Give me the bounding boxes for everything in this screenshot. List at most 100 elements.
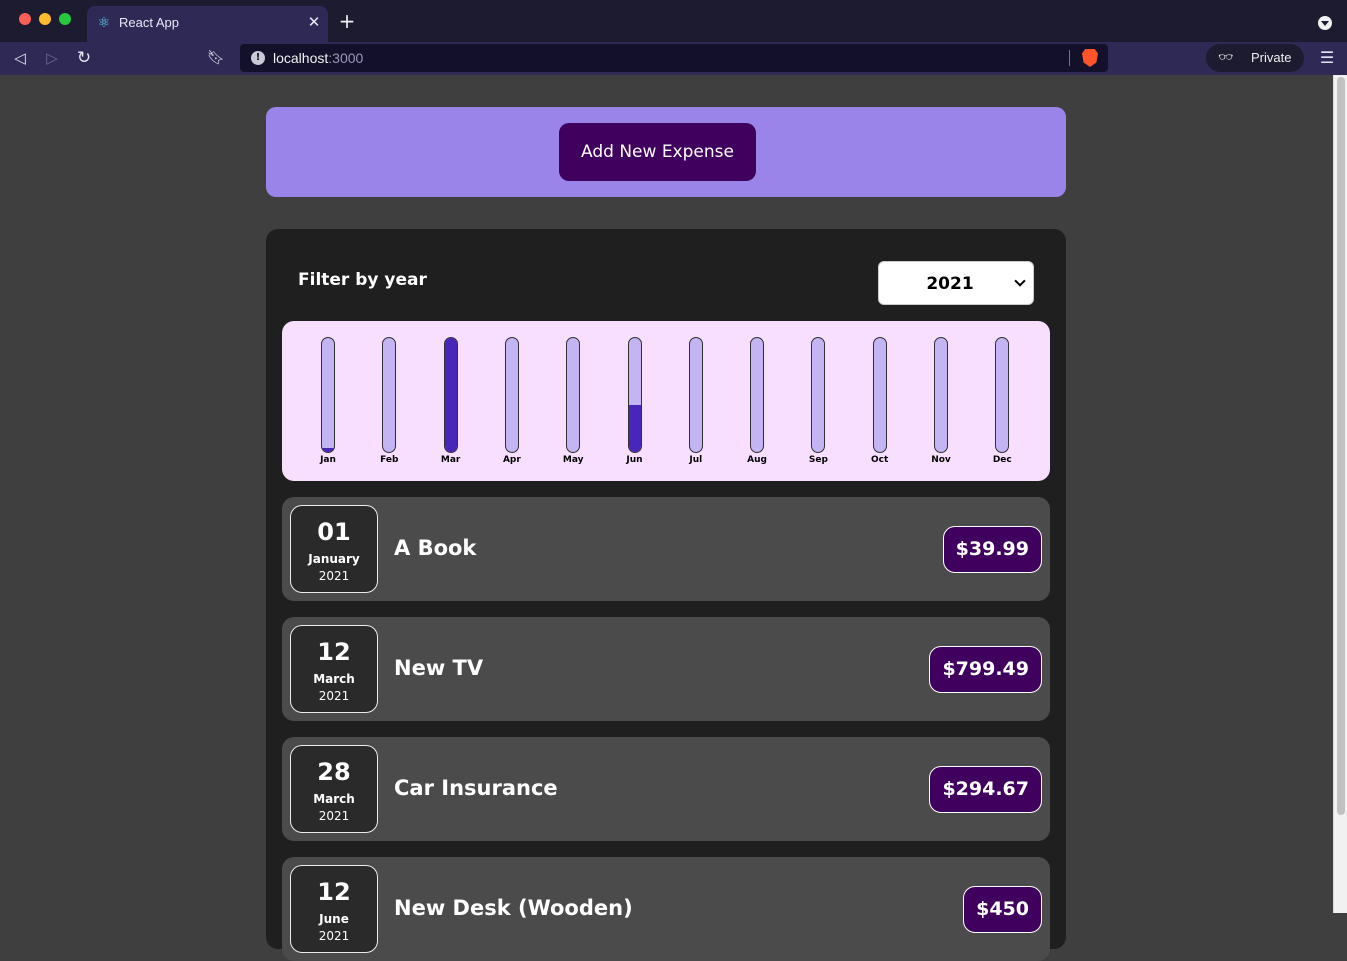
expense-date-year: 2021: [318, 809, 350, 823]
chart-bar-label: Apr: [502, 455, 521, 465]
expense-date: 28 March 2021: [290, 745, 378, 833]
expense-item: 28 March 2021 Car Insurance $294.67: [282, 737, 1050, 841]
site-info-icon[interactable]: !: [251, 51, 265, 65]
page-scrollbar[interactable]: [1333, 75, 1347, 913]
chart-bar-track: [566, 337, 581, 453]
scrollbar-thumb[interactable]: [1337, 77, 1345, 815]
window-minimize-button[interactable]: [39, 13, 51, 25]
chart-bar-track: [321, 337, 335, 453]
filter-label: Filter by year: [298, 270, 427, 290]
tab-title: React App: [119, 15, 179, 30]
chart-bar-fill: [444, 338, 457, 452]
chart-bar-track: [750, 337, 765, 453]
react-logo-icon: ⚛: [97, 15, 111, 31]
url-host: localhost: [273, 50, 329, 66]
expenses-card: Filter by year 2021 Jan Feb Mar Apr May Jun Ju…: [266, 229, 1066, 961]
expense-price: $799.49: [929, 646, 1042, 693]
brave-shields-icon[interactable]: [1082, 49, 1098, 67]
chart-bar-label: Jan: [320, 455, 336, 465]
chart-bar-label: Jun: [626, 455, 643, 465]
chart-bar-label: May: [562, 455, 584, 465]
url-text: localhost:3000: [273, 50, 363, 66]
browser-toolbar: ◁ ▷ ↻ 🔖︎ ! localhost:3000 👓︎ Private ☰: [0, 42, 1347, 75]
chart-bar-apr: Apr: [503, 337, 521, 465]
chart-bar-oct: Oct: [871, 337, 888, 465]
hamburger-menu-icon[interactable]: ☰: [1319, 48, 1335, 68]
year-select[interactable]: 2021: [878, 261, 1034, 305]
expense-title: New TV: [394, 656, 484, 680]
chart-bar-nov: Nov: [931, 337, 951, 465]
chart-bar-track: [872, 337, 887, 453]
expense-title: Car Insurance: [394, 776, 558, 800]
expense-price: $294.67: [929, 766, 1042, 813]
expense-date-day: 12: [317, 878, 351, 906]
tab-list-dropdown-icon[interactable]: [1318, 16, 1332, 30]
browser-tab-bar: ⚛ React App ✕ +: [0, 0, 1347, 42]
chart-bar-track: [688, 337, 703, 453]
expense-date-day: 01: [317, 518, 351, 546]
expense-date-month: March: [313, 792, 355, 806]
expense-item: 12 June 2021 New Desk (Wooden) $450: [282, 857, 1050, 961]
expense-date-year: 2021: [318, 929, 350, 943]
tab-close-icon[interactable]: ✕: [306, 14, 322, 30]
expense-date: 12 June 2021: [290, 865, 378, 953]
chart-bar-aug: Aug: [747, 337, 767, 465]
add-new-expense-button[interactable]: Add New Expense: [559, 123, 756, 181]
chart-bar-label: Oct: [871, 455, 889, 465]
chart-bar-track: [443, 337, 458, 453]
expense-item: 01 January 2021 A Book $39.99: [282, 497, 1050, 601]
chart-bar-may: May: [563, 337, 584, 465]
expense-date-day: 28: [317, 758, 351, 786]
chart-bar-jul: Jul: [688, 337, 703, 465]
chart-bar-label: Jul: [689, 455, 703, 465]
browser-tab[interactable]: ⚛ React App ✕: [87, 6, 328, 42]
window-zoom-button[interactable]: [59, 13, 71, 25]
back-icon[interactable]: ◁: [9, 47, 31, 69]
reload-icon[interactable]: ↻: [73, 47, 95, 69]
selected-year: 2021: [926, 274, 974, 294]
expense-title: New Desk (Wooden): [394, 896, 633, 920]
expense-price: $450: [963, 886, 1042, 933]
chart-bar-label: Nov: [931, 455, 951, 465]
chart-bar-jan: Jan: [320, 337, 336, 465]
expense-date-month: June: [319, 912, 349, 926]
expense-date-year: 2021: [318, 569, 350, 583]
new-tab-icon[interactable]: +: [338, 11, 356, 31]
bookmark-icon[interactable]: 🔖︎: [205, 47, 227, 69]
chart-bar-jun: Jun: [626, 337, 643, 465]
chart-bar-feb: Feb: [380, 337, 398, 465]
chart-bar-label: Sep: [808, 455, 828, 465]
chart-bar-mar: Mar: [441, 337, 460, 465]
chart-bar-label: Mar: [440, 455, 461, 465]
chart-bar-dec: Dec: [993, 337, 1012, 465]
expense-item: 12 March 2021 New TV $799.49: [282, 617, 1050, 721]
expense-date-month: March: [313, 672, 355, 686]
private-window-badge[interactable]: 👓︎ Private: [1206, 44, 1304, 72]
chart-bar-track: [995, 337, 1010, 453]
chart-bar-fill: [628, 405, 641, 452]
chart-bar-track: [811, 337, 826, 453]
chart-bar-sep: Sep: [809, 337, 828, 465]
forward-icon[interactable]: ▷: [41, 47, 63, 69]
expense-date-day: 12: [317, 638, 351, 666]
url-divider: [1069, 50, 1070, 66]
chart-bar-track: [382, 337, 397, 453]
expense-title: A Book: [394, 536, 477, 560]
expense-date-year: 2021: [318, 689, 350, 703]
address-bar[interactable]: ! localhost:3000: [240, 44, 1108, 72]
chart-bar-label: Dec: [992, 455, 1012, 465]
new-expense-panel: Add New Expense: [266, 107, 1066, 197]
expense-date: 01 January 2021: [290, 505, 378, 593]
window-close-button[interactable]: [19, 13, 31, 25]
chart-bar-track: [934, 337, 948, 453]
private-glasses-icon: 👓︎: [1218, 50, 1234, 64]
expense-price: $39.99: [942, 526, 1042, 573]
chart-bar-label: Feb: [380, 455, 399, 465]
chart-bar-fill: [322, 447, 334, 452]
expense-date-month: January: [308, 552, 360, 566]
expense-date: 12 March 2021: [290, 625, 378, 713]
chart-bar-label: Aug: [747, 455, 767, 465]
url-port: :3000: [328, 50, 364, 66]
chart-bar-track: [627, 337, 642, 453]
private-label: Private: [1251, 50, 1292, 65]
